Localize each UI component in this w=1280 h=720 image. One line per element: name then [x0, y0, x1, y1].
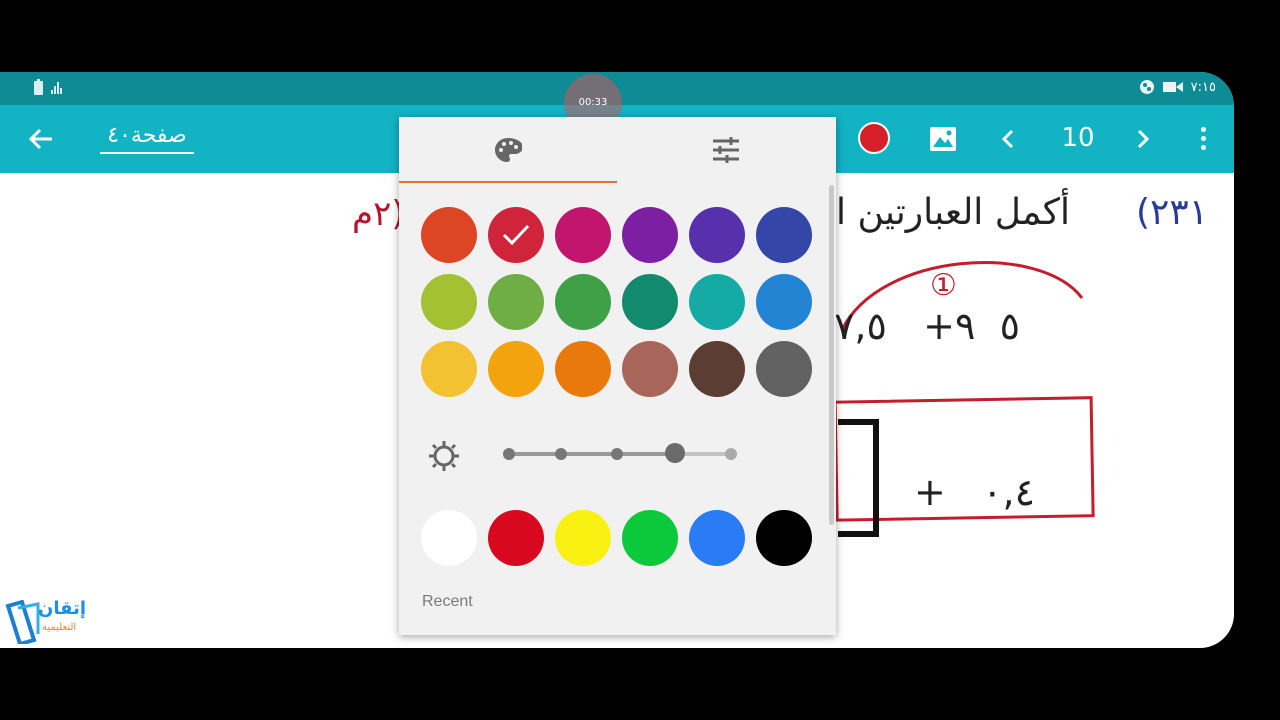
color-swatch[interactable] — [756, 274, 812, 330]
color-swatch[interactable] — [689, 274, 745, 330]
basic-color-swatch[interactable] — [756, 510, 812, 566]
moon-icon[interactable] — [777, 439, 805, 469]
check-icon — [502, 224, 530, 246]
color-swatch[interactable] — [555, 207, 611, 263]
signal-icon — [51, 82, 62, 94]
color-swatch[interactable] — [421, 341, 477, 397]
palette-icon — [495, 138, 522, 162]
expression-1: ٥ ٩+ ٧,٥ — [834, 304, 1020, 348]
color-swatch[interactable] — [622, 207, 678, 263]
slider-step — [555, 448, 567, 460]
color-swatch[interactable] — [689, 207, 745, 263]
color-swatch[interactable] — [488, 207, 544, 263]
page-number[interactable]: 10 — [1050, 123, 1106, 153]
basic-color-swatch[interactable] — [421, 510, 477, 566]
basic-color-swatch[interactable] — [555, 510, 611, 566]
color-picker-popup: Recent — [399, 117, 836, 635]
color-swatch[interactable] — [488, 274, 544, 330]
brightness-icon[interactable] — [429, 441, 459, 471]
battery-icon — [34, 79, 43, 95]
expression-2: + ٠,٤ — [914, 470, 1035, 514]
recent-label: Recent — [422, 593, 473, 610]
question-number: ٢٣١) — [1136, 192, 1209, 233]
logo-subtext: التعليمية — [42, 622, 77, 633]
status-right-icons: ٧:١٥ — [1139, 79, 1216, 95]
basic-color-swatch[interactable] — [689, 510, 745, 566]
question-text: أكمل العبارتين ا — [836, 192, 1070, 233]
color-swatch[interactable] — [622, 341, 678, 397]
pen-color-button[interactable] — [858, 122, 890, 154]
more-vert-icon[interactable] — [1196, 127, 1210, 153]
chevron-left-icon[interactable] — [1000, 127, 1016, 151]
image-icon[interactable] — [930, 127, 956, 151]
color-swatch[interactable] — [555, 341, 611, 397]
video-camera-icon — [1162, 82, 1183, 92]
slider-step — [725, 448, 737, 460]
back-arrow-icon[interactable] — [26, 125, 54, 153]
logo-text: إتقان — [38, 598, 87, 619]
red-annotation: (٢م — [352, 194, 405, 234]
slider-knob[interactable] — [665, 443, 685, 463]
globe-icon — [1139, 80, 1154, 94]
color-swatch[interactable] — [488, 341, 544, 397]
picker-tabs — [399, 117, 836, 183]
color-swatch[interactable] — [555, 274, 611, 330]
tab-palette[interactable] — [399, 117, 617, 183]
tab-adjust[interactable] — [617, 117, 835, 183]
circled-number: ① — [930, 268, 957, 303]
color-swatch[interactable] — [421, 274, 477, 330]
basic-color-swatch[interactable] — [488, 510, 544, 566]
slider-step — [503, 448, 515, 460]
color-swatch[interactable] — [622, 274, 678, 330]
color-swatch[interactable] — [756, 341, 812, 397]
shade-slider[interactable] — [503, 443, 737, 463]
clock: ٧:١٥ — [1190, 79, 1216, 95]
tune-icon — [713, 137, 739, 163]
status-left-icons — [34, 79, 62, 95]
color-swatch[interactable] — [689, 341, 745, 397]
scrollbar[interactable] — [829, 185, 834, 525]
basic-color-swatch[interactable] — [622, 510, 678, 566]
page-title[interactable]: صفحة٤٠ — [100, 123, 194, 154]
color-swatch[interactable] — [421, 207, 477, 263]
color-swatch[interactable] — [756, 207, 812, 263]
brand-logo: إتقان التعليمية — [4, 598, 94, 644]
slider-step — [611, 448, 623, 460]
chevron-right-icon[interactable] — [1135, 127, 1151, 151]
